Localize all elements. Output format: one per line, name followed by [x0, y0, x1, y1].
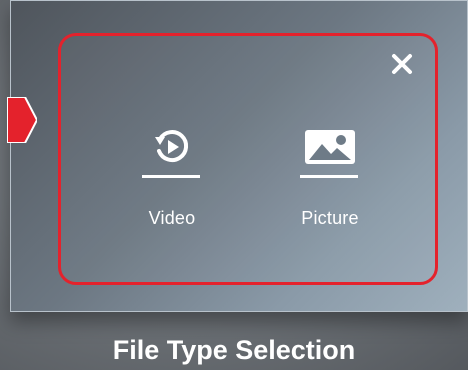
picture-underline: [300, 175, 358, 178]
picture-label: Picture: [301, 208, 359, 228]
picture-icon: [285, 124, 375, 170]
caption-title: File Type Selection: [112, 335, 356, 365]
video-underline: [142, 175, 200, 178]
video-option[interactable]: Video: [127, 124, 217, 244]
left-arrow-icon: [7, 97, 37, 143]
close-icon[interactable]: [390, 52, 414, 76]
file-type-dialog: [58, 33, 438, 285]
video-replay-icon: [127, 124, 217, 170]
video-label: Video: [148, 208, 196, 228]
picture-option[interactable]: Picture: [285, 124, 375, 244]
